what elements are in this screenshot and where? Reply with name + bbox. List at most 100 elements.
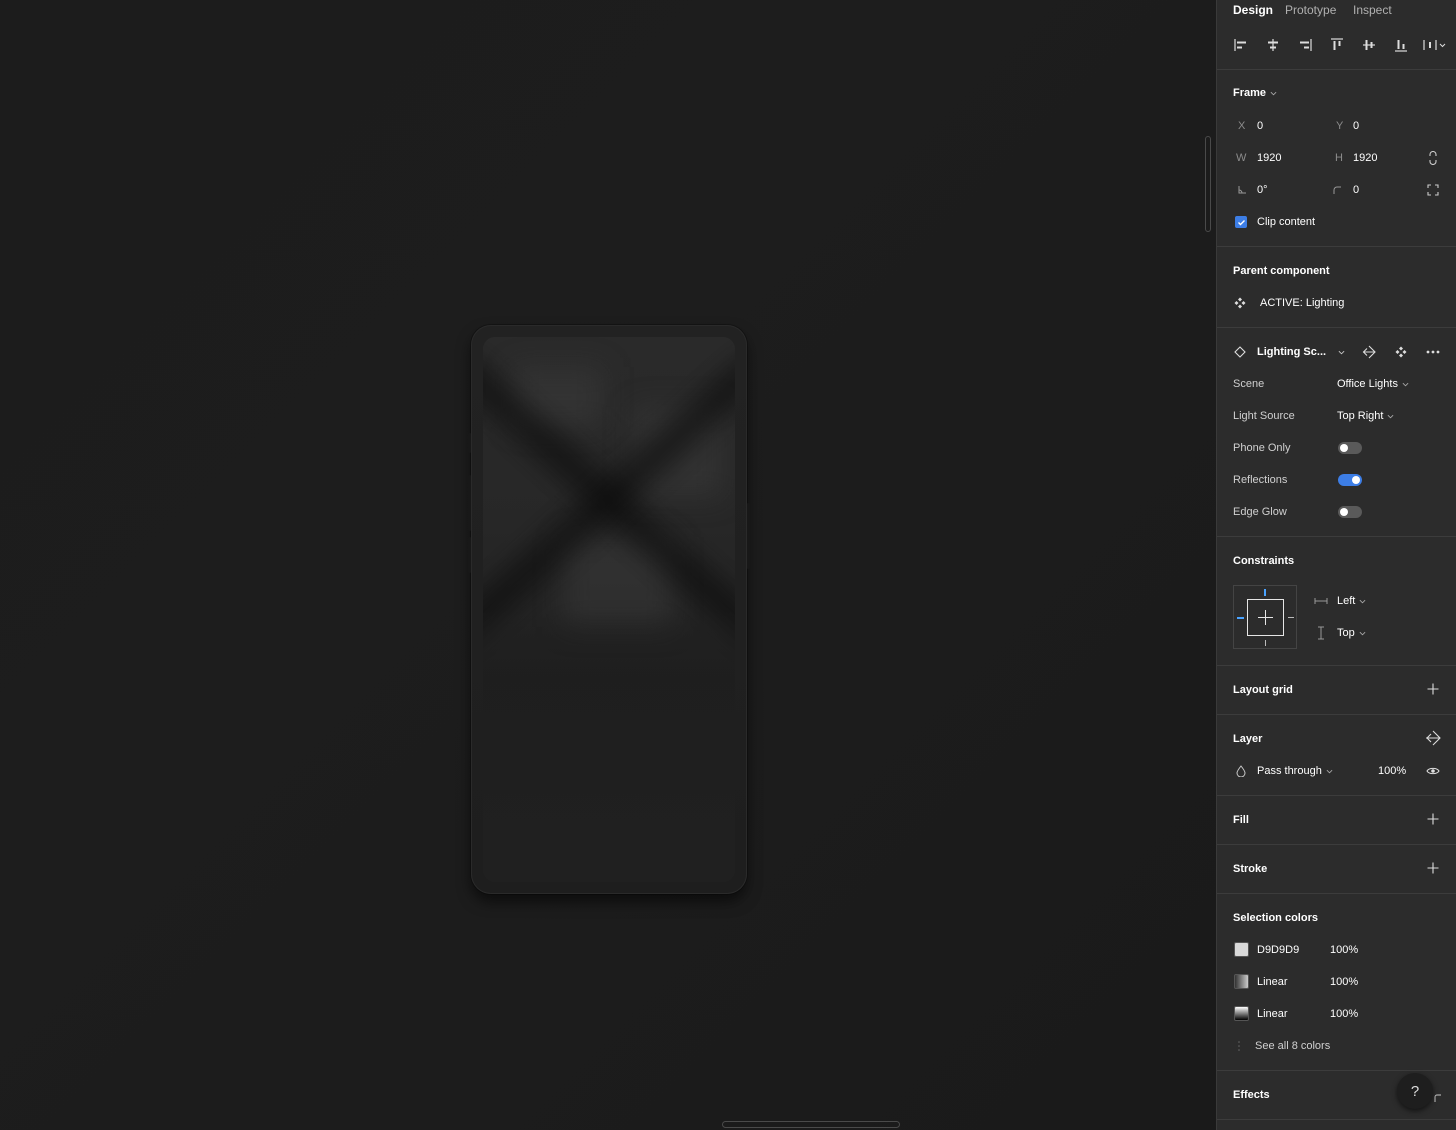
- constraint-bottom-marker[interactable]: [1265, 640, 1266, 646]
- constraints-widget[interactable]: [1233, 585, 1297, 649]
- constraint-top-marker[interactable]: [1264, 589, 1266, 596]
- color-opacity[interactable]: 100%: [1330, 1008, 1358, 1020]
- properties-panel: Design Prototype Inspect Frame X 0 Y 0 W…: [1216, 0, 1456, 1130]
- phone-power-button: [747, 503, 750, 569]
- blend-mode-dropdown[interactable]: Pass through: [1257, 765, 1333, 777]
- add-fill-icon[interactable]: [1425, 811, 1441, 827]
- align-bottom-icon[interactable]: [1390, 34, 1412, 56]
- color-swatch[interactable]: [1234, 942, 1249, 957]
- frame-section-title: Frame: [1233, 87, 1267, 99]
- phone-screen: [483, 337, 735, 882]
- vertical-constraint-dropdown[interactable]: Top: [1337, 627, 1366, 639]
- x-input[interactable]: 0: [1257, 120, 1263, 132]
- edge-glow-label: Edge Glow: [1233, 506, 1287, 518]
- blend-mode-icon: [1233, 763, 1249, 779]
- clip-content-checkbox[interactable]: [1235, 216, 1247, 228]
- edge-glow-toggle[interactable]: [1338, 506, 1362, 518]
- layout-grid-title: Layout grid: [1233, 684, 1293, 696]
- help-button[interactable]: ?: [1397, 1073, 1433, 1109]
- phone-volume-up-button: [468, 475, 471, 531]
- scene-value: Office Lights: [1337, 378, 1398, 390]
- reflections-label: Reflections: [1233, 474, 1288, 486]
- reflections-toggle[interactable]: [1338, 474, 1362, 486]
- instance-swap-dropdown-icon[interactable]: [1333, 344, 1349, 360]
- color-name[interactable]: Linear: [1257, 1008, 1288, 1020]
- instance-name[interactable]: Lighting Sc...: [1257, 346, 1326, 358]
- constrain-proportions-icon[interactable]: [1425, 150, 1441, 166]
- chevron-down-icon: [1402, 382, 1409, 386]
- go-to-main-component-icon[interactable]: [1361, 344, 1377, 360]
- chevron-down-icon: [1388, 414, 1394, 418]
- eye-icon[interactable]: [1425, 763, 1441, 779]
- stroke-title: Stroke: [1233, 863, 1268, 875]
- independent-corners-icon[interactable]: [1425, 182, 1441, 198]
- frame-type-dropdown[interactable]: Frame: [1233, 87, 1277, 99]
- see-all-colors-link[interactable]: See all 8 colors: [1255, 1040, 1330, 1052]
- phone-only-toggle[interactable]: [1338, 442, 1362, 454]
- alignment-toolbar: [1217, 34, 1456, 56]
- rotation-icon: [1234, 182, 1250, 198]
- selection-colors-title: Selection colors: [1233, 912, 1318, 924]
- canvas-vertical-scrollbar[interactable]: [1205, 136, 1211, 232]
- phone-mute-button: [468, 433, 471, 453]
- light-source-dropdown[interactable]: Top Right: [1337, 410, 1394, 422]
- horizontal-constraint-dropdown[interactable]: Left: [1337, 595, 1366, 607]
- fill-title: Fill: [1233, 814, 1249, 826]
- constraint-left-marker[interactable]: [1237, 617, 1244, 619]
- height-input[interactable]: 1920: [1353, 152, 1377, 164]
- clip-content-label: Clip content: [1257, 216, 1316, 228]
- detach-instance-icon[interactable]: [1393, 344, 1409, 360]
- align-horizontal-center-icon[interactable]: [1262, 34, 1284, 56]
- color-opacity[interactable]: 100%: [1330, 976, 1358, 988]
- phone-volume-down-button: [468, 537, 471, 573]
- gradient-swatch[interactable]: [1234, 974, 1249, 989]
- chevron-down-icon: [1359, 599, 1366, 603]
- go-to-component-icon[interactable]: [1425, 730, 1441, 746]
- tab-inspect[interactable]: Inspect: [1353, 3, 1392, 17]
- y-input[interactable]: 0: [1353, 120, 1359, 132]
- instance-icon: [1232, 344, 1248, 360]
- add-stroke-icon[interactable]: [1425, 860, 1441, 876]
- rotation-input[interactable]: 0°: [1257, 184, 1268, 196]
- align-right-icon[interactable]: [1294, 34, 1316, 56]
- layer-opacity-input[interactable]: 100%: [1378, 765, 1406, 777]
- corner-radius-input[interactable]: 0: [1353, 184, 1359, 196]
- blend-mode-value: Pass through: [1257, 765, 1322, 777]
- effects-title: Effects: [1233, 1089, 1270, 1101]
- canvas-horizontal-scrollbar[interactable]: [722, 1121, 900, 1128]
- width-input[interactable]: 1920: [1257, 152, 1281, 164]
- corner-radius-icon: [1329, 182, 1345, 198]
- more-options-icon[interactable]: [1425, 344, 1441, 360]
- add-layout-grid-icon[interactable]: [1425, 681, 1441, 697]
- constraints-title: Constraints: [1233, 555, 1295, 567]
- align-left-icon[interactable]: [1230, 34, 1252, 56]
- help-icon: ?: [1410, 1082, 1420, 1100]
- constraint-right-marker[interactable]: [1288, 617, 1294, 618]
- w-label: W: [1236, 152, 1247, 164]
- tab-design[interactable]: Design: [1233, 3, 1273, 17]
- align-top-icon[interactable]: [1326, 34, 1348, 56]
- scene-dropdown[interactable]: Office Lights: [1337, 378, 1409, 390]
- vertical-constraint-icon: [1313, 625, 1329, 641]
- distribute-menu-icon[interactable]: [1422, 34, 1448, 56]
- scene-label: Scene: [1233, 378, 1265, 390]
- horizontal-constraint-value: Left: [1337, 595, 1356, 607]
- component-icon: [1232, 295, 1248, 311]
- panel-tabs: Design Prototype Inspect: [1217, 0, 1456, 20]
- parent-component-title: Parent component: [1233, 265, 1330, 277]
- phone-mockup[interactable]: [468, 325, 750, 894]
- y-label: Y: [1336, 120, 1344, 132]
- gradient-swatch[interactable]: [1234, 1006, 1249, 1021]
- align-vertical-center-icon[interactable]: [1358, 34, 1380, 56]
- color-name[interactable]: D9D9D9: [1257, 944, 1299, 956]
- tab-prototype[interactable]: Prototype: [1285, 3, 1336, 17]
- chevron-down-icon: [1326, 769, 1333, 773]
- color-name[interactable]: Linear: [1257, 976, 1288, 988]
- light-source-value: Top Right: [1337, 410, 1384, 422]
- x-label: X: [1238, 120, 1246, 132]
- chevron-down-icon: [1270, 91, 1277, 95]
- canvas[interactable]: [0, 0, 1216, 1130]
- color-opacity[interactable]: 100%: [1330, 944, 1358, 956]
- parent-component-name[interactable]: ACTIVE: Lighting: [1260, 297, 1344, 309]
- phone-only-label: Phone Only: [1233, 442, 1291, 454]
